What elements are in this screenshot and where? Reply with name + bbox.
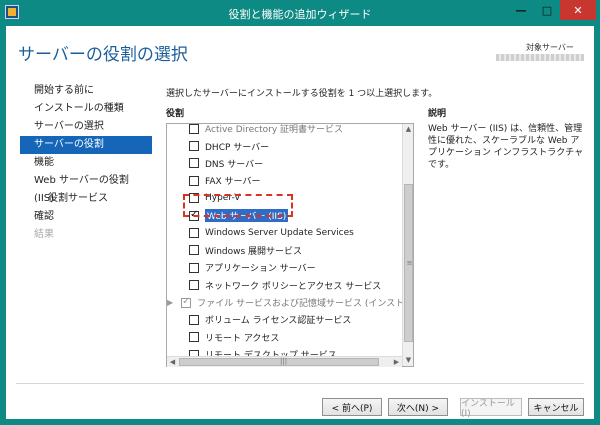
role-label: FAX サーバー xyxy=(205,177,261,188)
close-button[interactable]: ✕ xyxy=(560,0,596,20)
role-checkbox[interactable] xyxy=(189,141,199,152)
role-checkbox[interactable] xyxy=(189,245,199,256)
scroll-grip-icon: ||| xyxy=(280,357,288,365)
vertical-scroll-thumb[interactable]: ≡ xyxy=(404,184,413,342)
minimize-icon: — xyxy=(515,3,527,17)
nav-item[interactable]: サーバーの選択 xyxy=(20,118,152,136)
nav-item[interactable]: 確認 xyxy=(20,208,152,226)
role-label: ネットワーク ポリシーとアクセス サービス xyxy=(205,281,382,292)
wizard-client-area: サーバーの役割の選択 対象サーバー 開始する前に インストールの種類 サーバーの選択… xyxy=(6,26,594,419)
expand-arrow-icon[interactable]: ▶ xyxy=(167,298,173,307)
nav-item[interactable]: インストールの種類 xyxy=(20,100,152,118)
role-label: ボリューム ライセンス認証サービス xyxy=(205,316,352,327)
description-heading: 説明 xyxy=(428,109,447,119)
role-list-item[interactable]: Web サーバー (IIS) xyxy=(167,207,403,224)
scroll-down-icon[interactable]: ▼ xyxy=(403,355,414,366)
wizard-nav: 開始する前に インストールの種類 サーバーの選択 サーバーの役割 機能 Web サーバーの… xyxy=(20,82,152,244)
previous-button[interactable]: < 前へ(P) xyxy=(322,398,382,416)
scroll-grip-icon: ≡ xyxy=(406,259,413,267)
role-checkbox[interactable] xyxy=(189,228,199,239)
role-list-item[interactable]: FAX サーバー xyxy=(167,172,403,189)
role-list-item[interactable]: ネットワーク ポリシーとアクセス サービス xyxy=(167,277,403,294)
role-checkbox[interactable] xyxy=(189,158,199,169)
role-checkbox[interactable] xyxy=(189,175,199,186)
minimize-button[interactable]: — xyxy=(508,0,534,20)
nav-item[interactable]: 機能 xyxy=(20,154,152,172)
nav-item[interactable]: サーバーの役割 xyxy=(20,136,152,154)
nav-item: 結果 xyxy=(34,229,54,240)
role-label: リモート アクセス xyxy=(205,333,280,344)
role-label: Web サーバー (IIS) xyxy=(205,209,289,223)
role-list-item[interactable]: ▶ ファイル サービスおよび記憶域サービス (インストール済み xyxy=(167,294,413,311)
description-text: Web サーバー (IIS) は、信頼性、管理性に優れた、スケーラブルな Web… xyxy=(428,124,584,170)
role-list-item[interactable]: リモート アクセス xyxy=(167,329,403,346)
role-list-item[interactable]: Hyper-V xyxy=(167,190,403,207)
role-label: Active Directory 証明書サービス xyxy=(205,125,344,136)
role-label: Hyper-V xyxy=(205,193,241,204)
role-checkbox[interactable] xyxy=(189,209,199,221)
role-label: Windows Server Update Services xyxy=(205,228,354,239)
instruction-text: 選択したサーバーにインストールする役割を 1 つ以上選択します。 xyxy=(166,89,438,99)
close-icon: ✕ xyxy=(573,3,583,17)
target-server-label: 対象サーバー xyxy=(526,43,574,52)
role-label: DNS サーバー xyxy=(205,159,264,170)
role-label: ファイル サービスおよび記憶域サービス (インストール済み xyxy=(197,299,413,310)
role-label: Windows 展開サービス xyxy=(205,246,303,257)
roles-list[interactable]: Active Directory 証明書サービス DHCP サーバー DNS サーバ… xyxy=(166,123,414,367)
title-bar[interactable]: 役割と機能の追加ウィザード — □ ✕ xyxy=(0,0,600,26)
role-checkbox[interactable] xyxy=(189,262,199,273)
role-checkbox[interactable] xyxy=(189,332,199,343)
nav-item[interactable]: Web サーバーの役割 (IIS) xyxy=(20,172,152,204)
roles-vertical-scrollbar[interactable]: ▲ ≡ ▼ xyxy=(402,124,413,366)
role-list-item[interactable]: DNS サーバー xyxy=(167,155,403,172)
role-label: アプリケーション サーバー xyxy=(205,264,316,275)
footer-separator xyxy=(16,383,584,384)
role-list-item[interactable]: DHCP サーバー xyxy=(167,137,403,154)
maximize-button[interactable]: □ xyxy=(534,0,560,20)
scroll-left-icon[interactable]: ◀ xyxy=(167,357,178,368)
role-list-item[interactable]: ボリューム ライセンス認証サービス xyxy=(167,311,403,328)
role-checkbox[interactable] xyxy=(181,296,192,308)
roles-heading: 役割 xyxy=(166,109,185,119)
roles-horizontal-scrollbar[interactable]: ◀ ||| ▶ xyxy=(167,356,402,367)
target-server-value-redacted xyxy=(496,54,584,61)
role-checkbox[interactable] xyxy=(189,314,199,325)
next-button[interactable]: 次へ(N) > xyxy=(388,398,448,416)
role-checkbox[interactable] xyxy=(189,280,199,291)
scroll-up-icon[interactable]: ▲ xyxy=(403,124,414,135)
page-title: サーバーの役割の選択 xyxy=(18,45,188,65)
wizard-window: 役割と機能の追加ウィザード — □ ✕ サーバーの役割の選択 対象サーバー 開始… xyxy=(0,0,600,425)
scroll-right-icon[interactable]: ▶ xyxy=(391,357,402,368)
role-label: DHCP サーバー xyxy=(205,142,270,153)
maximize-icon: □ xyxy=(541,3,553,17)
horizontal-scroll-thumb[interactable]: ||| xyxy=(179,357,379,366)
role-checkbox[interactable] xyxy=(189,124,199,134)
install-button[interactable]: インストール(I) xyxy=(460,398,522,419)
role-list-item[interactable]: Windows Server Update Services xyxy=(167,224,403,241)
role-list-item[interactable]: アプリケーション サーバー xyxy=(167,259,403,276)
role-list-item[interactable]: Windows 展開サービス xyxy=(167,242,403,259)
cancel-button[interactable]: キャンセル xyxy=(528,398,584,416)
nav-item[interactable]: 開始する前に xyxy=(20,82,152,100)
role-list-item[interactable]: Active Directory 証明書サービス xyxy=(167,124,403,137)
role-checkbox[interactable] xyxy=(189,193,199,204)
